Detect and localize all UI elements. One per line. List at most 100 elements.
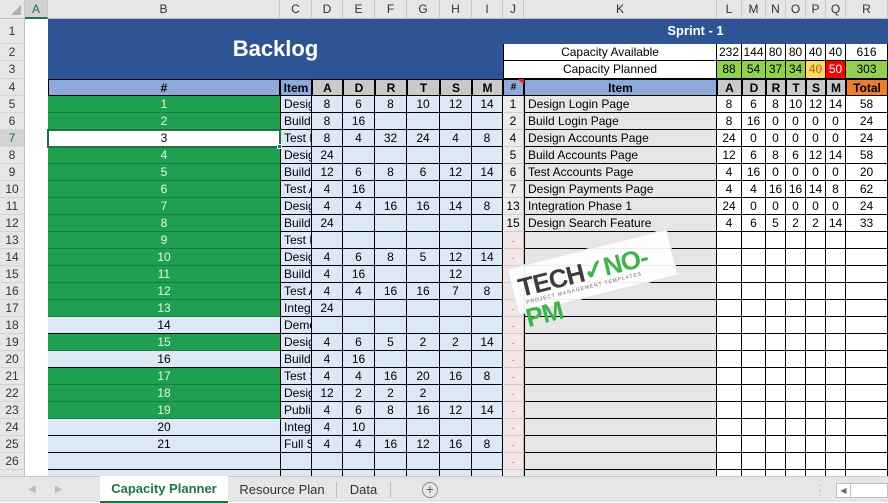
column-header-c[interactable]: C — [280, 0, 312, 19]
sprint-cell-d[interactable] — [742, 317, 766, 334]
backlog-cell-a[interactable]: 4 — [312, 198, 343, 215]
backlog-item-name[interactable] — [280, 453, 312, 470]
backlog-cell-s[interactable]: 12 — [440, 402, 472, 419]
sprint-cell-m[interactable]: 8 — [826, 181, 846, 198]
sprint-cell-m[interactable] — [826, 385, 846, 402]
backlog-cell-r[interactable] — [375, 300, 407, 317]
backlog-cell-m[interactable] — [472, 266, 503, 283]
sprint-cell-a[interactable] — [717, 283, 742, 300]
backlog-cell-t[interactable]: 10 — [407, 96, 440, 113]
sprint-cell-s[interactable] — [806, 385, 826, 402]
sprint-cell-m[interactable] — [826, 436, 846, 453]
sprint-cell-t[interactable]: 0 — [786, 164, 806, 181]
sprint-cell-total[interactable]: 33 — [846, 215, 888, 232]
worksheet-grid[interactable]: A B C D E F G H I J K L M N O P Q R 1 2 3 4 5 6 7 8 9 10 11 12 13 14 15 1… — [0, 0, 888, 476]
sprint-cell-r[interactable] — [766, 266, 786, 283]
backlog-cell-a[interactable]: 4 — [312, 334, 343, 351]
column-header-k[interactable]: K — [524, 0, 717, 19]
backlog-cell-d[interactable]: 4 — [343, 283, 375, 300]
backlog-item-name[interactable]: Build Search Feature — [280, 351, 312, 368]
sprint-cell-a[interactable]: 8 — [717, 113, 742, 130]
sprint-cell-a[interactable]: 24 — [717, 130, 742, 147]
tab-next-icon[interactable]: ▶ — [55, 477, 63, 503]
sprint-cell-d[interactable] — [742, 453, 766, 470]
backlog-cell-d[interactable]: 4 — [343, 130, 375, 147]
backlog-cell-m[interactable] — [472, 232, 503, 249]
backlog-cell-m[interactable] — [472, 453, 503, 470]
backlog-cell-d[interactable]: 6 — [343, 402, 375, 419]
backlog-cell-d[interactable]: 16 — [343, 113, 375, 130]
row-header-22[interactable]: 22 — [0, 385, 25, 402]
backlog-cell-m[interactable] — [472, 215, 503, 232]
row-header-26[interactable]: 26 — [0, 453, 25, 470]
row-header-10[interactable]: 10 — [0, 181, 25, 198]
backlog-item-name[interactable]: Build Login Page — [280, 113, 312, 130]
sprint-cell-t[interactable] — [786, 368, 806, 385]
sprint-cell-t[interactable] — [786, 232, 806, 249]
tab-capacity-planner[interactable]: Capacity Planner — [100, 476, 228, 503]
sprint-cell-a[interactable] — [717, 232, 742, 249]
backlog-cell-m[interactable]: 14 — [472, 334, 503, 351]
sprint-cell-t[interactable]: 0 — [786, 130, 806, 147]
backlog-cell-t[interactable]: 16 — [407, 402, 440, 419]
backlog-cell-r[interactable] — [375, 453, 407, 470]
backlog-cell-d[interactable]: 6 — [343, 334, 375, 351]
sprint-cell-t[interactable] — [786, 402, 806, 419]
sprint-cell-total[interactable] — [846, 300, 888, 317]
backlog-cell-d[interactable]: 6 — [343, 164, 375, 181]
sprint-cell-s[interactable] — [806, 334, 826, 351]
sprint-cell-d[interactable] — [742, 351, 766, 368]
sprint-item-name[interactable]: Design Payments Page — [524, 181, 717, 198]
backlog-cell-d[interactable]: 4 — [343, 368, 375, 385]
sprint-cell-a[interactable] — [717, 402, 742, 419]
backlog-cell-d[interactable] — [343, 232, 375, 249]
backlog-item-name[interactable]: Design Admin Page — [280, 249, 312, 266]
backlog-cell-a[interactable]: 8 — [312, 113, 343, 130]
sprint-cell-a[interactable] — [717, 317, 742, 334]
sprint-cell-m[interactable] — [826, 334, 846, 351]
backlog-item-name[interactable]: Design Search Feature — [280, 334, 312, 351]
backlog-cell-a[interactable]: 4 — [312, 368, 343, 385]
backlog-cell-r[interactable] — [375, 215, 407, 232]
sprint-cell-r[interactable] — [766, 402, 786, 419]
sprint-cell-s[interactable] — [806, 232, 826, 249]
sprint-cell-total[interactable] — [846, 419, 888, 436]
sprint-cell-s[interactable]: 0 — [806, 113, 826, 130]
tab-split-handle[interactable]: · · · — [818, 481, 822, 501]
row-header-14[interactable]: 14 — [0, 249, 25, 266]
backlog-cell-a[interactable]: 24 — [312, 147, 343, 164]
sprint-cell-a[interactable] — [717, 334, 742, 351]
sprint-cell-s[interactable] — [806, 419, 826, 436]
sprint-cell-a[interactable]: 4 — [717, 215, 742, 232]
backlog-cell-a[interactable]: 8 — [312, 130, 343, 147]
sprint-cell-total[interactable] — [846, 334, 888, 351]
row-header-17[interactable]: 17 — [0, 300, 25, 317]
sprint-cell-m[interactable]: 0 — [826, 164, 846, 181]
row-header-19[interactable]: 19 — [0, 334, 25, 351]
row-header-2[interactable]: 2 — [0, 44, 25, 61]
sprint-cell-d[interactable]: 4 — [742, 181, 766, 198]
sprint-cell-r[interactable] — [766, 232, 786, 249]
backlog-cell-m[interactable]: 14 — [472, 249, 503, 266]
sprint-cell-t[interactable]: 6 — [786, 147, 806, 164]
row-header-11[interactable]: 11 — [0, 198, 25, 215]
sprint-cell-a[interactable] — [717, 368, 742, 385]
backlog-cell-s[interactable]: 12 — [440, 266, 472, 283]
sprint-cell-d[interactable]: 6 — [742, 215, 766, 232]
sprint-cell-total[interactable] — [846, 402, 888, 419]
backlog-cell-d[interactable] — [343, 317, 375, 334]
sprint-cell-total[interactable]: 58 — [846, 96, 888, 113]
sprint-cell-a[interactable] — [717, 385, 742, 402]
sprint-cell-total[interactable] — [846, 368, 888, 385]
column-header-m[interactable]: M — [742, 0, 766, 19]
row-header-9[interactable]: 9 — [0, 164, 25, 181]
sprint-cell-a[interactable] — [717, 453, 742, 470]
backlog-cell-m[interactable]: 8 — [472, 283, 503, 300]
backlog-cell-a[interactable]: 4 — [312, 249, 343, 266]
sprint-cell-m[interactable] — [826, 402, 846, 419]
sprint-item-name[interactable]: Build Accounts Page — [524, 147, 717, 164]
sprint-cell-d[interactable] — [742, 232, 766, 249]
column-header-d[interactable]: D — [312, 0, 343, 19]
backlog-cell-a[interactable]: 4 — [312, 283, 343, 300]
sprint-item-name[interactable]: Integration Phase 1 — [524, 198, 717, 215]
